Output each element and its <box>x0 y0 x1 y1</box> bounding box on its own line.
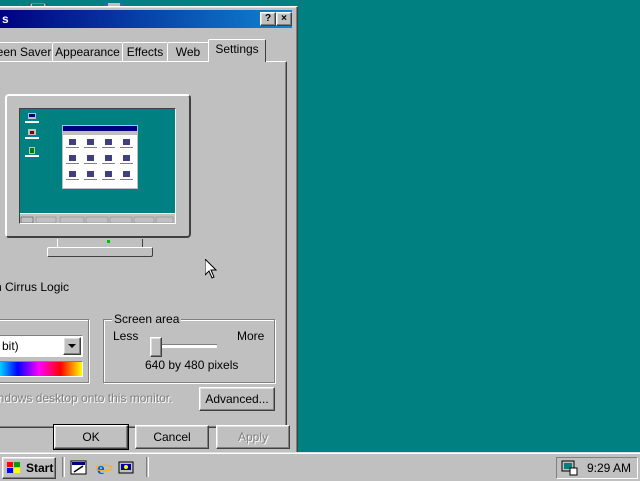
cancel-button[interactable]: Cancel <box>135 425 209 449</box>
screen-area-title: Screen area <box>112 312 182 326</box>
channels-icon[interactable] <box>118 459 136 477</box>
svg-text:e: e <box>97 459 105 477</box>
display-device-label: n Cirrus Logic <box>0 280 70 294</box>
resolution-label: 640 by 480 pixels <box>145 358 239 372</box>
colors-dropdown[interactable]: bit) <box>0 335 83 357</box>
mouse-cursor-icon <box>205 259 217 279</box>
system-tray: 9:29 AM <box>556 457 638 479</box>
tab-appearance[interactable]: Appearance <box>52 42 123 61</box>
screen-area-slider-thumb[interactable] <box>150 337 162 357</box>
more-label: More <box>237 329 265 343</box>
ok-button[interactable]: OK <box>53 424 129 450</box>
mini-taskbar <box>20 213 175 223</box>
title-bar[interactable]: s ? × <box>0 10 292 28</box>
advanced-button[interactable]: Advanced... <box>199 387 275 411</box>
mini-my-computer-icon <box>28 113 36 119</box>
tab-effects[interactable]: Effects <box>122 42 168 61</box>
dialog-title: s <box>2 12 9 26</box>
power-led-icon <box>107 240 110 243</box>
windows-logo-icon <box>7 462 20 473</box>
mini-icon-label <box>25 155 39 157</box>
quick-launch-grip[interactable] <box>62 457 65 477</box>
extend-desktop-checkbox-label[interactable]: indows desktop onto this monitor. <box>0 391 172 405</box>
less-label: Less <box>113 329 139 343</box>
close-button[interactable]: × <box>276 12 292 26</box>
colors-dropdown-value: bit) <box>2 339 19 353</box>
tab-web[interactable]: Web <box>167 42 209 61</box>
mini-icon-label <box>25 137 39 139</box>
tab-settings[interactable]: Settings <box>208 39 266 62</box>
internet-explorer-icon[interactable]: e <box>95 459 113 477</box>
mini-network-icon <box>28 129 36 135</box>
tab-screen-saver[interactable]: een Saver <box>0 42 53 61</box>
monitor-stand-base <box>47 247 153 257</box>
mini-recycle-bin-icon <box>29 147 35 154</box>
taskbar: Start e 9:29 AM <box>0 452 640 481</box>
start-label: Start <box>26 461 54 475</box>
chevron-down-icon[interactable] <box>63 337 81 355</box>
display-settings-tray-icon[interactable] <box>561 460 579 476</box>
taskbar-grip[interactable] <box>146 457 149 477</box>
help-button[interactable]: ? <box>260 12 276 26</box>
monitor-preview <box>5 94 191 238</box>
display-properties-dialog: s ? × een Saver Appearance Effects Web S… <box>0 6 298 456</box>
mini-window-icons <box>66 139 133 180</box>
mini-window <box>62 125 138 189</box>
apply-button[interactable]: Apply <box>216 425 290 449</box>
color-palette-preview <box>0 361 83 377</box>
start-button[interactable]: Start <box>2 457 56 479</box>
mini-icon-label <box>25 121 39 123</box>
clock[interactable]: 9:29 AM <box>587 461 631 475</box>
monitor-screen <box>19 108 176 224</box>
desktop-icon[interactable] <box>70 459 88 477</box>
